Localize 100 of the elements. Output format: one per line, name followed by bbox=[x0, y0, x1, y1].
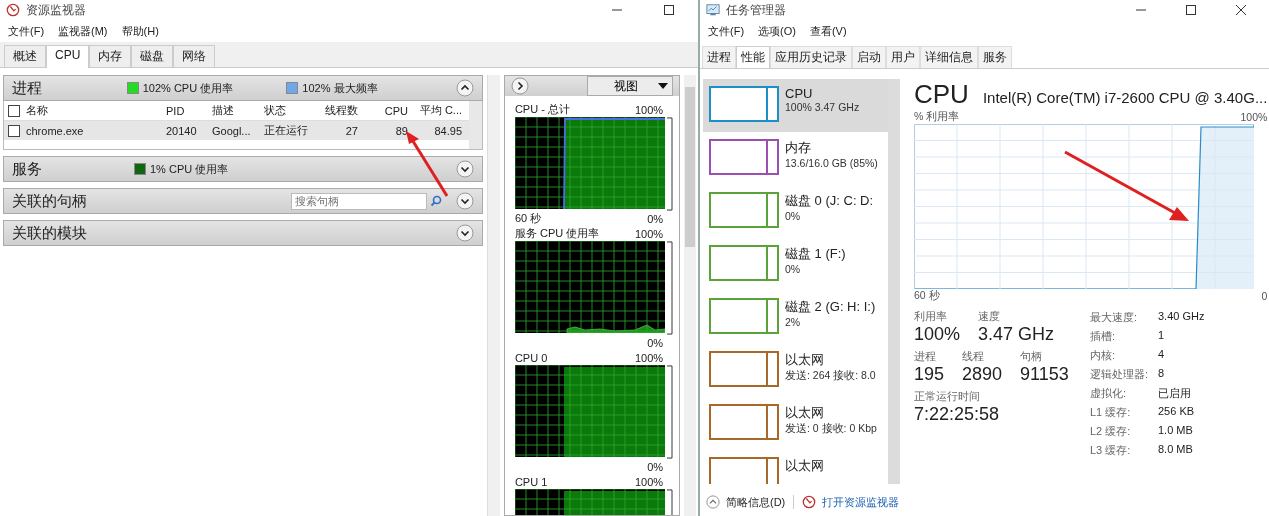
app-icon bbox=[706, 3, 720, 17]
menu-item[interactable]: 监视器(M) bbox=[58, 23, 108, 39]
collapse-icon[interactable] bbox=[706, 495, 720, 509]
device-item[interactable]: 磁盘 2 (G: H: I:) 2% bbox=[703, 291, 888, 344]
device-detail: 100% 3.47 GHz bbox=[785, 101, 860, 113]
column-header[interactable]: PID bbox=[162, 104, 208, 117]
spec-value: 1.0 MB bbox=[1158, 424, 1194, 438]
column-header[interactable]: 名称 bbox=[26, 103, 48, 118]
device-item[interactable]: 磁盘 0 (J: C: D: 0% bbox=[703, 185, 888, 238]
tab[interactable]: 内存 bbox=[89, 45, 132, 67]
tab[interactable]: 用户 bbox=[886, 46, 920, 68]
spec-value: 4 bbox=[1158, 348, 1166, 362]
section-title: 进程 bbox=[12, 78, 43, 98]
device-item[interactable]: 以太网 发送: 264 接收: 8.0 bbox=[703, 344, 888, 397]
search-icon[interactable] bbox=[430, 195, 442, 207]
scrollbar[interactable] bbox=[888, 79, 900, 484]
table-cell-text: 27 bbox=[344, 124, 359, 137]
search-field[interactable]: 搜索句柄 bbox=[291, 192, 427, 210]
tab[interactable]: 磁盘 bbox=[131, 45, 174, 67]
spec-value: 3.40 GHz bbox=[1158, 310, 1205, 324]
menu-item[interactable]: 选项(O) bbox=[758, 23, 796, 39]
stat-value: 195 bbox=[914, 364, 945, 385]
tab[interactable]: 网络 bbox=[173, 45, 216, 67]
axis-label: 60 秒 bbox=[514, 211, 542, 226]
less-details-button[interactable]: 简略信息(D) bbox=[706, 494, 786, 510]
graph-title: 服务 CPU 使用率 bbox=[514, 226, 600, 241]
device-name: 以太网 bbox=[785, 457, 824, 475]
chevron-icon[interactable] bbox=[456, 192, 474, 210]
spec-label: 虚拟化: bbox=[1090, 386, 1128, 401]
scrollbar[interactable] bbox=[684, 75, 696, 516]
device-detail: 发送: 0 接收: 0 Kbp bbox=[785, 422, 877, 436]
section-title: 服务 bbox=[12, 159, 43, 179]
tab[interactable]: 服务 bbox=[978, 46, 1012, 68]
column-header[interactable]: 线程数 bbox=[310, 103, 362, 118]
device-detail: 13.6/16.0 GB (85%) bbox=[785, 157, 878, 169]
stat-label: 线程 bbox=[962, 349, 986, 364]
spec-label: L3 缓存: bbox=[1090, 443, 1132, 458]
chevron-icon[interactable] bbox=[456, 224, 474, 242]
axis-label: 100% bbox=[1240, 111, 1268, 123]
tab[interactable]: CPU bbox=[46, 45, 90, 68]
menu-item[interactable]: 文件(F) bbox=[708, 23, 745, 39]
device-item[interactable]: 以太网 bbox=[703, 450, 888, 484]
spec-value: 8 bbox=[1158, 367, 1166, 381]
device-detail: 0% bbox=[785, 263, 802, 275]
axis-label: % 利用率 bbox=[914, 110, 960, 124]
menu-item[interactable]: 查看(V) bbox=[809, 23, 847, 39]
window-title: 资源监视器 bbox=[26, 1, 86, 19]
section-header[interactable]: 服务 1% CPU 使用率 bbox=[3, 156, 483, 182]
stat-label: 利用率 bbox=[914, 309, 948, 324]
checkbox[interactable] bbox=[8, 104, 20, 117]
expand-icon[interactable] bbox=[510, 77, 529, 95]
stat-label: 进程 bbox=[914, 349, 937, 364]
device-item[interactable]: 内存 13.6/16.0 GB (85%) bbox=[703, 132, 888, 185]
device-item[interactable]: 以太网 发送: 0 接收: 0 Kbp bbox=[703, 397, 888, 450]
tab[interactable]: 概述 bbox=[4, 45, 46, 67]
tab[interactable]: 应用历史记录 bbox=[770, 46, 852, 68]
graph-title: CPU 0 bbox=[514, 351, 548, 364]
tab[interactable]: 启动 bbox=[852, 46, 886, 68]
scrollbar[interactable] bbox=[469, 101, 482, 149]
spec-value: 已启用 bbox=[1158, 386, 1192, 401]
column-header[interactable]: CPU bbox=[362, 104, 412, 117]
spec-label: L2 缓存: bbox=[1090, 424, 1132, 439]
section-header[interactable]: 关联的模块 bbox=[3, 220, 483, 246]
device-name: 磁盘 0 (J: C: D: bbox=[785, 192, 874, 210]
device-item[interactable]: CPU 100% 3.47 GHz bbox=[703, 79, 888, 132]
menu-item[interactable]: 文件(F) bbox=[8, 23, 45, 39]
chevron-icon[interactable] bbox=[456, 79, 474, 97]
graph-title: CPU 1 bbox=[514, 475, 548, 488]
tab[interactable]: 性能 bbox=[736, 46, 770, 68]
section-header[interactable]: 进程 102% CPU 使用率 102% 最大频率 bbox=[3, 75, 483, 101]
maximize-icon[interactable] bbox=[664, 5, 674, 15]
menu-item[interactable]: 帮助(H) bbox=[121, 23, 159, 39]
tab[interactable]: 详细信息 bbox=[920, 46, 978, 68]
axis-label: 60 秒 bbox=[914, 289, 940, 303]
checkbox[interactable] bbox=[8, 124, 20, 137]
close-icon[interactable] bbox=[1236, 5, 1246, 15]
monitor-icon bbox=[802, 495, 817, 509]
table-cell-text: 84.95 bbox=[433, 124, 463, 137]
axis-label: 0% bbox=[647, 336, 664, 349]
device-item[interactable]: 磁盘 1 (F:) 0% bbox=[703, 238, 888, 291]
dropdown-icon[interactable] bbox=[658, 83, 669, 89]
maximize-icon[interactable] bbox=[1186, 5, 1196, 15]
device-name: 磁盘 2 (G: H: I:) bbox=[785, 298, 876, 316]
window-title: 任务管理器 bbox=[726, 1, 786, 19]
cpu-model: Intel(R) Core(TM) i7-2600 CPU @ 3.40G... bbox=[982, 89, 1268, 106]
view-button[interactable]: 视图 bbox=[587, 76, 674, 96]
tab[interactable]: 进程 bbox=[702, 46, 736, 68]
stat-value: 3.47 GHz bbox=[978, 324, 1055, 345]
axis-label: 0% bbox=[647, 460, 664, 473]
open-monitor-link[interactable]: 打开资源监视器 bbox=[802, 494, 900, 510]
column-header[interactable]: 状态 bbox=[260, 103, 310, 118]
chevron-icon[interactable] bbox=[456, 160, 474, 178]
column-header[interactable]: 描述 bbox=[208, 103, 260, 118]
table-cell-text: 正在运行 bbox=[263, 123, 309, 138]
section-header[interactable]: 关联的句柄 搜索句柄 bbox=[3, 188, 483, 214]
column-header[interactable]: 平均 C... bbox=[412, 103, 466, 118]
spec-label: L1 缓存: bbox=[1090, 405, 1132, 420]
device-detail: 2% bbox=[785, 316, 802, 328]
table-cell-text: Googl... bbox=[211, 124, 252, 137]
stat-value: 91153 bbox=[1020, 364, 1069, 385]
